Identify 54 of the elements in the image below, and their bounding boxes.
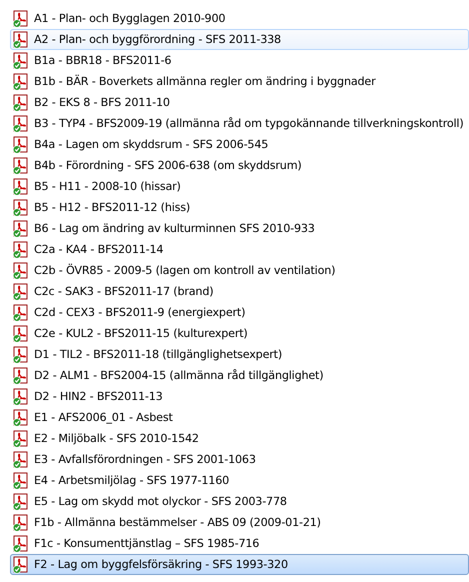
file-item[interactable]: C2c - SAK3 - BFS2011-17 (brand) [10,281,469,302]
pdf-file-icon [12,178,30,196]
file-item[interactable]: C2e - KUL2 - BFS2011-15 (kulturexpert) [10,323,469,344]
file-item[interactable]: B3 - TYP4 - BFS2009-19 (allmänna råd om typgokännande tillverkningskontroll) [10,113,469,134]
file-item[interactable]: B2 - EKS 8 - BFS 2011-10 [10,92,469,113]
file-item[interactable]: E3 - Avfallsförordningen - SFS 2001-1063 [10,449,469,470]
file-item[interactable]: C2d - CEX3 - BFS2011-9 (energiexpert) [10,302,469,323]
pdf-file-icon [12,304,30,322]
pdf-file-icon [12,198,30,216]
pdf-file-icon [12,114,30,132]
file-item[interactable]: E2 - Miljöbalk - SFS 2010-1542 [10,428,469,449]
file-item[interactable]: F1c - Konsumenttjänstlag – SFS 1985-716 [10,533,469,554]
file-item[interactable]: C2b - ÖVR85 - 2009-5 (lagen om kontroll av ventilation) [10,260,469,281]
file-item[interactable]: D2 - HIN2 - BFS2011-13 [10,386,469,407]
pdf-file-icon [12,450,30,468]
file-item[interactable]: B1a - BBR18 - BFS2011-6 [10,50,469,71]
file-item[interactable]: B6 - Lag om ändring av kulturminnen SFS 2010-933 [10,218,469,239]
file-item[interactable]: D2 - ALM1 - BFS2004-15 (allmänna råd tillgänglighet) [10,365,469,386]
file-item[interactable]: D1 - TIL2 - BFS2011-18 (tillgänglighetsexpert) [10,344,469,365]
pdf-file-icon [12,430,30,448]
file-item[interactable]: E4 - Arbetsmiljölag - SFS 1977-1160 [10,470,469,491]
pdf-file-icon [12,10,30,28]
pdf-file-icon [12,156,30,174]
file-item[interactable]: B5 - H12 - BFS2011-12 (hiss) [10,197,469,218]
pdf-file-icon [12,30,30,48]
pdf-file-icon [12,262,30,280]
file-item[interactable]: A1 - Plan- och Bygglagen 2010-900 [10,8,469,29]
pdf-file-icon [12,534,30,552]
file-item[interactable]: E5 - Lag om skydd mot olyckor - SFS 2003-778 [10,491,469,512]
pdf-file-icon [12,324,30,342]
file-item[interactable]: B4b - Förordning - SFS 2006-638 (om skyddsrum) [10,155,469,176]
pdf-file-icon [12,346,30,364]
pdf-file-icon [12,72,30,90]
file-item[interactable]: F1b - Allmänna bestämmelser - ABS 09 (2009-01-21) [10,512,469,533]
file-item[interactable]: B4a - Lagen om skyddsrum - SFS 2006-545 [10,134,469,155]
pdf-file-icon [12,408,30,426]
pdf-file-icon [12,220,30,238]
pdf-file-icon [12,472,30,490]
pdf-file-icon [12,388,30,406]
file-item[interactable]: B5 - H11 - 2008-10 (hissar) [10,176,469,197]
file-item[interactable]: B1b - BÄR - Boverkets allmänna regler om ändring i byggnader [10,71,469,92]
file-item[interactable]: F2 - Lag om byggfelsförsäkring - SFS 1993-320 [10,554,469,575]
file-item[interactable]: A2 - Plan- och byggförordning - SFS 2011-338 [10,29,469,50]
file-item[interactable]: C2a - KA4 - BFS2011-14 [10,239,469,260]
pdf-file-icon [12,282,30,300]
pdf-file-icon [12,94,30,112]
pdf-file-icon [12,52,30,70]
pdf-file-icon [12,240,30,258]
pdf-file-icon [12,514,30,532]
pdf-file-icon [12,492,30,510]
pdf-file-icon [12,136,30,154]
pdf-file-icon [12,556,30,574]
file-item[interactable]: E1 - AFS2006_01 - Asbest [10,407,469,428]
pdf-file-icon [12,366,30,384]
